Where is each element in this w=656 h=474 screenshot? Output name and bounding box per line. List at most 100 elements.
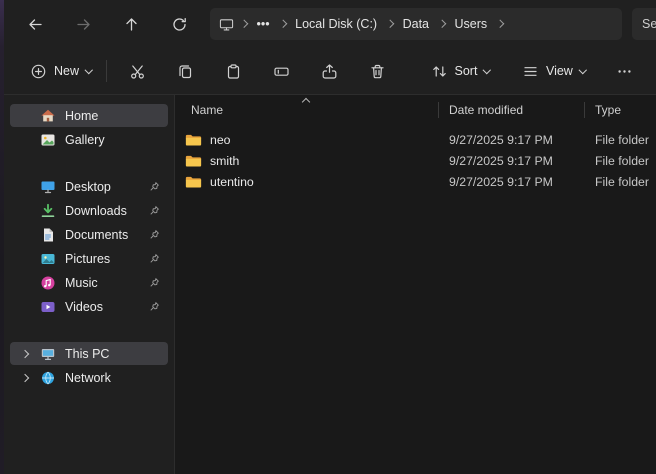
network-icon [40,370,56,386]
refresh-button[interactable] [162,7,196,41]
chevron-down-icon [85,66,93,74]
share-icon [321,63,338,80]
file-row[interactable]: neo 9/27/2025 9:17 PM File folder [175,129,656,150]
new-button[interactable]: New [20,54,102,88]
chevron-right-icon [438,20,446,28]
search-text: Se [642,17,656,31]
music-icon [40,275,56,291]
address-bar[interactable]: ••• Local Disk (C:) Data Users [210,8,622,40]
pin-icon [149,253,160,264]
sidebar-item-downloads[interactable]: Downloads [10,199,168,222]
file-row[interactable]: utentino 9/27/2025 9:17 PM File folder [175,171,656,192]
file-name: neo [210,133,231,147]
column-header-date-modified[interactable]: Date modified [439,97,584,123]
sidebar-item-network[interactable]: Network [10,366,168,389]
sidebar-group-gap [4,152,174,174]
forward-button[interactable] [66,7,100,41]
sidebar-item-pictures[interactable]: Pictures [10,247,168,270]
sidebar-item-desktop[interactable]: Desktop [10,175,168,198]
file-type: File folder [585,133,656,147]
sidebar-item-label: Pictures [65,252,110,266]
paste-button[interactable] [215,54,253,88]
chevron-down-icon [483,66,491,74]
cut-icon [129,63,146,80]
folder-icon [185,175,202,189]
chevron-down-icon [579,66,587,74]
sidebar-item-this-pc[interactable]: This PC [10,342,168,365]
sidebar-item-home[interactable]: Home [10,104,168,127]
sidebar-item-label: Videos [65,300,103,314]
column-header-type[interactable]: Type [585,97,656,123]
search-input[interactable]: Se [632,8,656,40]
chevron-right-icon[interactable] [21,374,29,382]
pin-icon [149,277,160,288]
copy-icon [177,63,194,80]
sidebar-item-label: Gallery [65,133,105,147]
sidebar-item-documents[interactable]: Documents [10,223,168,246]
sidebar: Home Gallery Desktop [4,95,175,474]
downloads-icon [40,203,56,219]
toolbar-divider [106,60,107,82]
sort-button-label: Sort [455,64,478,78]
column-header-label: Name [191,103,223,117]
file-date-modified: 9/27/2025 9:17 PM [439,175,585,189]
command-bar: New Sort View [4,48,656,95]
new-button-label: New [54,64,79,78]
sidebar-item-label: Documents [65,228,128,242]
navigation-bar: ••• Local Disk (C:) Data Users Se [4,0,656,48]
chevron-right-icon [496,20,504,28]
file-name: utentino [210,175,254,189]
sidebar-item-videos[interactable]: Videos [10,295,168,318]
sidebar-item-label: This PC [65,347,109,361]
desktop-icon [40,179,56,195]
sidebar-item-gallery[interactable]: Gallery [10,128,168,151]
up-button[interactable] [114,7,148,41]
share-button[interactable] [311,54,349,88]
folder-icon [185,133,202,147]
file-explorer-window: ••• Local Disk (C:) Data Users Se New [4,0,656,474]
pin-icon [149,181,160,192]
folder-icon [185,154,202,168]
videos-icon [40,299,56,315]
file-list-pane: Name Date modified Type neo 9/27/202 [175,95,656,474]
forward-arrow-icon [75,16,92,33]
column-header-label: Type [595,103,621,117]
pin-icon [149,205,160,216]
sidebar-item-label: Downloads [65,204,127,218]
breadcrumb-item-users[interactable]: Users [448,13,495,35]
back-arrow-icon [27,16,44,33]
sidebar-item-label: Desktop [65,180,111,194]
more-icon [616,63,633,80]
chevron-right-icon [386,20,394,28]
up-arrow-icon [123,16,140,33]
home-icon [40,108,56,124]
sidebar-item-label: Home [65,109,98,123]
file-name: smith [210,154,239,168]
sidebar-group-gap [4,319,174,341]
file-date-modified: 9/27/2025 9:17 PM [439,154,585,168]
view-icon [522,63,539,80]
rename-icon [273,63,290,80]
rename-button[interactable] [263,54,301,88]
breadcrumb-item-data[interactable]: Data [396,13,436,35]
more-options-button[interactable] [605,54,643,88]
breadcrumb-item-local-disk[interactable]: Local Disk (C:) [288,13,384,35]
delete-button[interactable] [359,54,397,88]
breadcrumb-overflow-button[interactable]: ••• [250,13,277,35]
sort-button[interactable]: Sort [421,54,500,88]
sidebar-item-music[interactable]: Music [10,271,168,294]
sidebar-item-label: Music [65,276,98,290]
file-date-modified: 9/27/2025 9:17 PM [439,133,585,147]
file-rows: neo 9/27/2025 9:17 PM File folder smith … [175,129,656,192]
window-left-edge [0,0,4,474]
pin-icon [149,301,160,312]
chevron-right-icon[interactable] [21,350,29,358]
cut-button[interactable] [119,54,157,88]
file-type: File folder [585,175,656,189]
sidebar-item-label: Network [65,371,111,385]
gallery-icon [40,132,56,148]
file-row[interactable]: smith 9/27/2025 9:17 PM File folder [175,150,656,171]
back-button[interactable] [18,7,52,41]
view-button[interactable]: View [512,54,595,88]
copy-button[interactable] [167,54,205,88]
